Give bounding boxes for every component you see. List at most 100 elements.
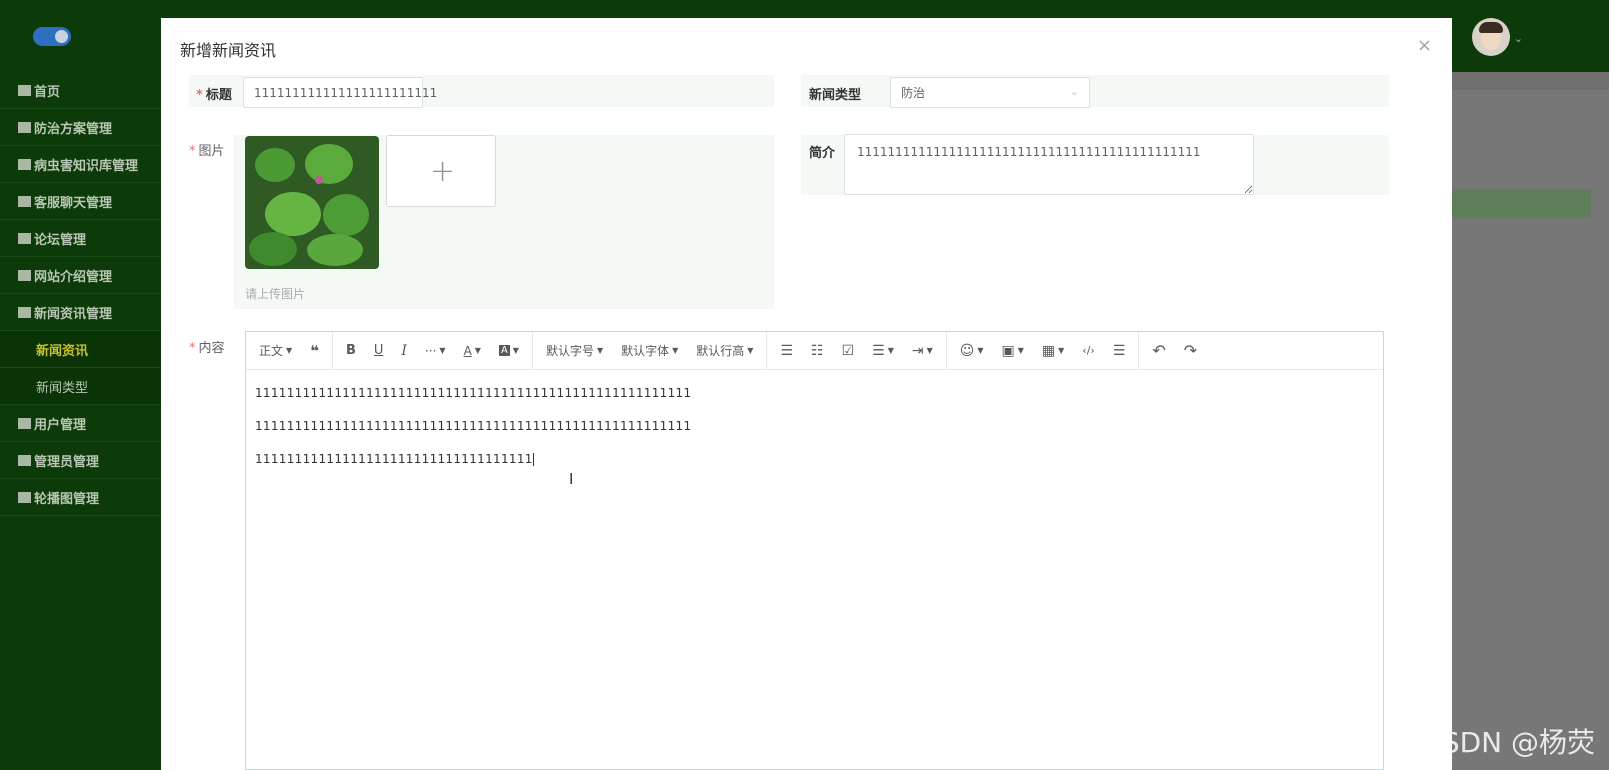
text-cursor	[532, 453, 534, 466]
list-icon	[18, 195, 31, 207]
content-label: * 内容	[189, 337, 225, 356]
underline-icon[interactable]: U	[365, 338, 393, 364]
code-block-icon[interactable]: ‹/›	[1073, 338, 1104, 364]
required-mark: *	[189, 144, 196, 159]
more-style-dropdown[interactable]: ··· ▼	[416, 338, 455, 364]
news-type-selected: 防治	[901, 86, 926, 100]
sidebar-item-carousel[interactable]: 轮播图管理	[0, 479, 161, 516]
divider-icon[interactable]: ☰	[1104, 338, 1135, 364]
editor-paragraph: 11111111111111111111111111111111111	[255, 452, 1374, 466]
editor-paragraph: 1111111111111111111111111111111111111111…	[255, 386, 692, 400]
grid-icon	[18, 158, 31, 170]
bold-icon[interactable]: B	[337, 338, 365, 364]
font-family-dropdown[interactable]: 默认字体 ▼	[612, 338, 687, 364]
sidebar-item-label: 病虫害知识库管理	[34, 158, 139, 174]
user-icon	[18, 454, 31, 466]
line-height-dropdown[interactable]: 默认行高 ▼	[687, 338, 762, 364]
sidebar-item-site-intro[interactable]: 网站介绍管理	[0, 257, 161, 294]
caret-down-icon: ▼	[887, 346, 894, 355]
toggle-knob	[55, 30, 68, 43]
bulleted-list-icon[interactable]: ☰	[771, 338, 802, 364]
sidebar-item-home[interactable]: 首页	[0, 72, 161, 109]
paragraph-format-label: 正文	[259, 344, 284, 358]
sidebar-item-prevention-plan[interactable]: 防治方案管理	[0, 109, 161, 146]
sidebar-item-label: 防治方案管理	[34, 121, 113, 137]
todo-checkbox-icon[interactable]: ☑	[833, 338, 864, 364]
line-height-label: 默认行高	[696, 344, 745, 358]
undo-icon[interactable]: ↶	[1143, 338, 1174, 364]
home-icon	[18, 84, 31, 96]
plus-icon: +	[430, 154, 456, 189]
italic-icon[interactable]: I	[392, 338, 416, 364]
toolbar-group-block: 正文 ▼ ❝	[246, 332, 333, 369]
caret-down-icon: ▼	[474, 346, 481, 355]
paragraph-format-dropdown[interactable]: 正文 ▼	[250, 338, 301, 364]
sidebar-item-label: 首页	[34, 84, 61, 100]
leaf-shape	[265, 192, 321, 236]
sidebar-subitem-news[interactable]: 新闻资讯	[0, 331, 161, 368]
chevron-down-icon: ⌄	[1069, 85, 1079, 98]
insert-image-dropdown[interactable]: ▣ ▼	[993, 338, 1033, 364]
avatar[interactable]	[1472, 18, 1510, 56]
font-size-dropdown[interactable]: 默认字号 ▼	[537, 338, 612, 364]
sidebar-item-users[interactable]: 用户管理	[0, 405, 161, 442]
close-icon[interactable]: ×	[1417, 35, 1432, 56]
carousel-icon	[18, 491, 31, 503]
leaf-shape	[249, 232, 297, 266]
editor-paragraph: 1111111111111111111111111111111111111111…	[255, 419, 692, 433]
font-family-label: 默认字体	[621, 344, 670, 358]
sidebar-item-label: 论坛管理	[34, 232, 87, 248]
sidebar-item-label: 管理员管理	[34, 454, 100, 470]
caret-down-icon: ▼	[672, 346, 679, 355]
font-color-dropdown[interactable]: A ▼	[455, 338, 490, 364]
caret-down-icon: ▼	[512, 346, 519, 355]
caret-down-icon: ▼	[977, 346, 984, 355]
indent-icon: ⇥	[911, 342, 924, 359]
chevron-down-icon[interactable]: ⌄	[1514, 32, 1523, 45]
background-color-dropdown[interactable]: A ▼	[490, 338, 528, 364]
type-label: 新闻类型	[809, 88, 862, 103]
indent-dropdown[interactable]: ⇥ ▼	[903, 338, 942, 364]
numbered-list-icon[interactable]: ☷	[802, 338, 833, 364]
leaf-shape	[255, 148, 295, 182]
background-row	[1428, 189, 1591, 218]
emotion-dropdown[interactable]: ☺ ▼	[951, 338, 993, 364]
title-input[interactable]: 111111111111111111111111	[243, 77, 437, 108]
toolbar-group-history: ↶ ↷	[1139, 332, 1210, 369]
image-upload-button[interactable]: +	[386, 135, 496, 207]
sidebar-item-news-management[interactable]: 新闻资讯管理	[0, 294, 161, 331]
insert-table-dropdown[interactable]: ▦ ▼	[1033, 338, 1073, 364]
leaf-shape	[323, 194, 369, 236]
editor-toolbar: 正文 ▼ ❝ B U I ··· ▼ A ▼ A ▼ 默认字号 ▼ 默认字体 ▼ 默认行高 ▼…	[246, 332, 1383, 370]
avatar-hair	[1479, 22, 1503, 33]
toolbar-group-text-style: B U I ··· ▼ A ▼ A ▼	[333, 332, 533, 369]
intro-textarea[interactable]	[844, 134, 1254, 195]
editor-paragraph-text: 11111111111111111111111111111111111	[255, 452, 533, 466]
justify-dropdown[interactable]: ☰ ▼	[863, 338, 903, 364]
uploaded-image-thumbnail[interactable]	[245, 136, 379, 269]
sidebar-item-customer-chat[interactable]: 客服聊天管理	[0, 183, 161, 220]
dialog-title: 新增新闻资讯	[180, 41, 277, 60]
sidebar-item-forum[interactable]: 论坛管理	[0, 220, 161, 257]
content-label-text: 内容	[198, 341, 225, 356]
sidebar-item-admins[interactable]: 管理员管理	[0, 442, 161, 479]
sidebar-item-pest-knowledge[interactable]: 病虫害知识库管理	[0, 146, 161, 183]
caret-down-icon: ▼	[1058, 346, 1065, 355]
caret-down-icon: ▼	[926, 346, 933, 355]
flower-shape	[315, 176, 323, 184]
editor-content-area[interactable]: 1111111111111111111111111111111111111111…	[246, 370, 1383, 501]
add-news-dialog: 新增新闻资讯 × * 标题 111111111111111111111111 新闻…	[161, 18, 1452, 770]
toolbar-group-font: 默认字号 ▼ 默认字体 ▼ 默认行高 ▼	[533, 332, 768, 369]
quote-icon[interactable]: ❝	[301, 338, 328, 364]
sidebar-subitem-news-type[interactable]: 新闻类型	[0, 368, 161, 405]
background-color-icon: A	[498, 345, 510, 356]
leaf-shape	[307, 234, 363, 266]
redo-icon[interactable]: ↷	[1175, 338, 1206, 364]
required-mark: *	[196, 88, 203, 103]
smiley-icon: ☺	[959, 342, 975, 359]
toolbar-group-lists: ☰ ☷ ☑ ☰ ▼ ⇥ ▼	[767, 332, 947, 369]
news-type-select[interactable]: 防治 ⌄	[890, 77, 1090, 108]
sidebar-toggle-switch[interactable]	[33, 27, 71, 46]
align-left-icon: ☰	[872, 342, 885, 359]
title-label: * 标题	[196, 84, 232, 103]
